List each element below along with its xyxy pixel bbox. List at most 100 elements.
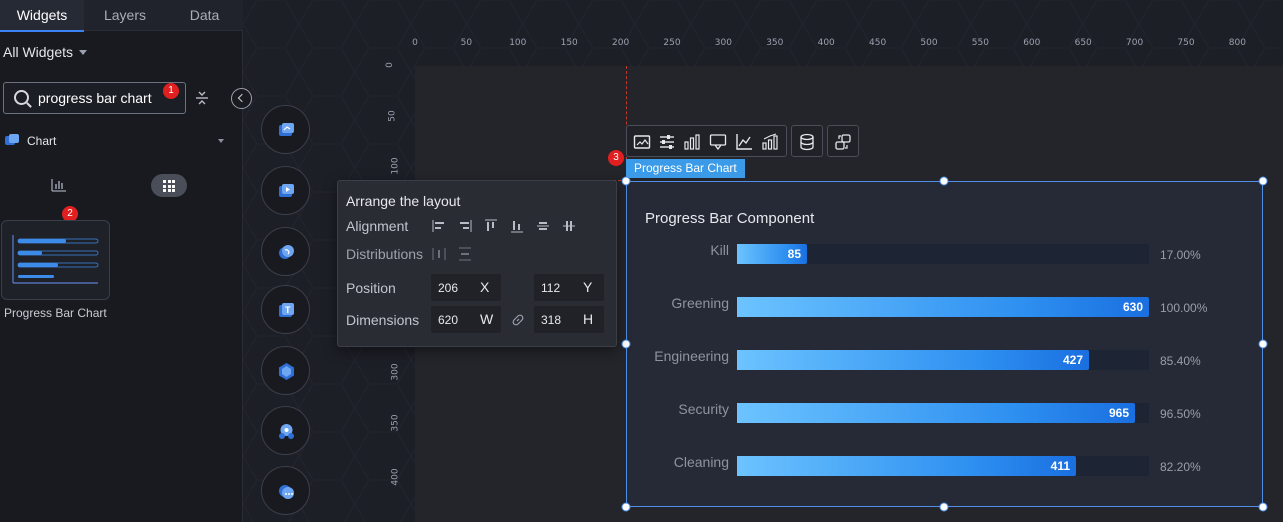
ruler-tick-label: 550 [971,38,989,48]
panel-tabs: Widgets Layers Data [0,0,243,32]
position-x-field[interactable]: 206 X [431,274,501,301]
x-unit-label: X [480,279,490,295]
resize-handle-top-right[interactable] [1258,176,1268,186]
distribute-vertical-icon[interactable] [458,247,472,261]
alignment-label: Alignment [346,218,409,234]
step-badge-1: 1 [163,83,179,99]
progress-track: 630 [737,297,1149,317]
progress-category-label: Greening [671,295,729,311]
width-field[interactable]: 620 W [431,306,501,333]
ruler-tick-label: 300 [714,38,732,48]
toolbar-group-main [626,125,787,157]
position-x-value: 206 [438,281,459,295]
search-input[interactable] [38,88,168,108]
ruler-tick-label: 700 [1126,38,1144,48]
dimensions-label: Dimensions [346,312,420,328]
ruler-tick-label: 400 [390,468,401,486]
quick-widget-button[interactable]: T [261,285,310,334]
caret-down-icon [79,49,88,55]
position-y-field[interactable]: 112 Y [534,274,604,301]
resize-handle-bottom-left[interactable] [621,502,631,512]
quick-widget-button[interactable] [261,406,310,455]
step-badge-3: 3 [608,150,624,166]
distributions-label: Distributions [346,246,424,262]
position-y-value: 112 [541,281,561,295]
grid-icon [163,180,175,192]
progress-bar-chart-widget[interactable] [1,220,110,300]
progress-bar: 411 [737,456,1076,476]
progress-bar: 85 [737,244,807,264]
image-icon[interactable] [633,133,651,151]
y-unit-label: Y [583,279,593,295]
bar-view-icon[interactable] [50,177,68,193]
progress-value-label: 411 [1050,459,1070,473]
align-top-icon[interactable] [484,219,498,233]
category-chart[interactable]: Chart [3,132,228,150]
toolbar-group-data [791,125,823,157]
resize-handle-left[interactable] [621,339,631,349]
map-icon [279,245,294,259]
series-icon[interactable] [761,133,779,151]
svg-text:T: T [285,305,291,315]
progress-row: Greening 630 100.00% [627,295,1264,317]
progress-value-label: 965 [1108,406,1129,420]
axis-icon[interactable] [735,133,753,151]
tab-data[interactable]: Data [166,0,243,31]
height-field[interactable]: 318 H [534,306,604,333]
ruler-tick-label: 350 [390,414,401,432]
grid-view-toggle[interactable] [151,174,187,197]
search-icon [14,90,29,105]
link-icon[interactable] [511,313,525,327]
ruler-tick-label: 450 [869,38,887,48]
progress-row: Cleaning 411 82.20% [627,454,1264,476]
ruler-tick-label: 0 [412,38,418,48]
progress-category-label: Kill [710,242,729,258]
bar-chart-icon[interactable] [683,133,701,151]
tooltip-icon[interactable] [709,133,727,151]
database-icon[interactable] [798,133,816,151]
quick-widget-button[interactable] [261,346,310,395]
interaction-icon[interactable] [834,133,852,151]
progress-row: Engineering 427 85.40% [627,348,1264,370]
collapse-all-icon[interactable] [195,90,209,106]
align-center-icon[interactable] [562,219,576,233]
arrange-title: Arrange the layout [346,193,461,209]
resize-handle-right[interactable] [1258,339,1268,349]
search-box[interactable] [3,82,186,114]
progress-bar-chart-component[interactable]: Progress Bar Component Kill 85 17.00% Green… [626,181,1263,507]
quick-widget-button[interactable] [261,166,310,215]
resize-handle-bottom[interactable] [939,502,949,512]
collapse-panel-button[interactable] [231,88,252,109]
progress-percent-label: 100.00% [1160,301,1208,315]
ruler-tick-label: 100 [509,38,527,48]
widget-panel: Widgets Layers Data All Widgets 1 Chart [0,0,243,522]
width-value: 620 [438,313,459,327]
align-middle-icon[interactable] [536,219,550,233]
settings-sliders-icon[interactable] [658,133,676,151]
ruler-tick-label: 150 [560,38,578,48]
ruler-tick-label: 250 [663,38,681,48]
quick-widget-button[interactable] [261,105,310,154]
tab-layers[interactable]: Layers [84,0,166,31]
distribute-horizontal-icon[interactable] [432,247,446,261]
all-widgets-dropdown[interactable]: All Widgets [3,44,88,60]
selected-component-label: Progress Bar Chart [626,159,745,178]
align-bottom-icon[interactable] [510,219,524,233]
resize-handle-bottom-right[interactable] [1258,502,1268,512]
h-unit-label: H [583,311,594,327]
tab-widgets[interactable]: Widgets [0,0,84,32]
chart-category-icon [5,134,19,145]
progress-track: 427 [737,350,1149,370]
progress-track: 965 [737,403,1149,423]
align-right-icon[interactable] [458,219,472,233]
quick-widget-button[interactable] [261,227,310,276]
resize-handle-top-left[interactable] [621,176,631,186]
align-left-icon[interactable] [432,219,446,233]
progress-bar: 630 [737,297,1149,317]
quick-widget-button[interactable] [261,466,310,515]
ruler-tick-label: 200 [612,38,630,48]
resize-handle-top[interactable] [939,176,949,186]
ruler-tick-label: 300 [390,363,401,381]
progress-row: Kill 85 17.00% [627,242,1264,264]
text-icon: T [279,303,294,317]
